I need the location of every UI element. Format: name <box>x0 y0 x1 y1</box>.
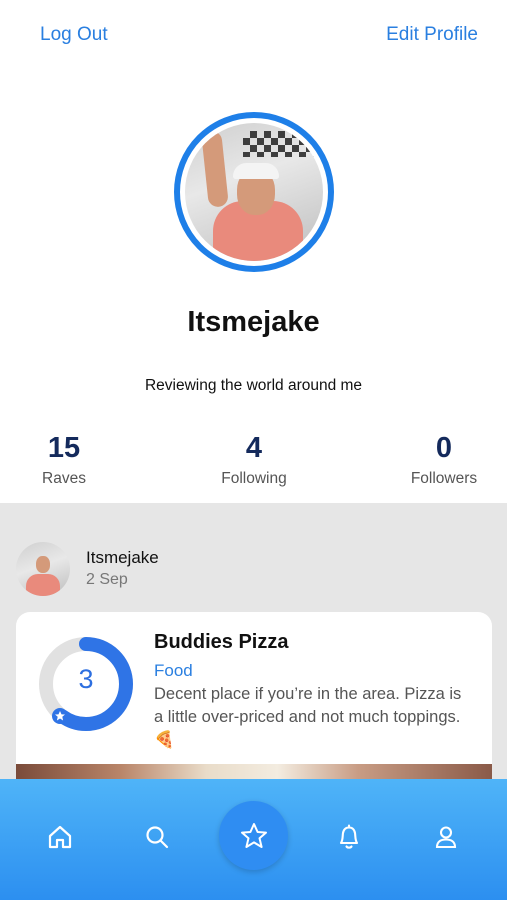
profile-bio: Reviewing the world around me <box>144 377 363 394</box>
stat-following[interactable]: 4 Following <box>194 432 314 488</box>
post-avatar[interactable] <box>16 542 70 596</box>
stat-raves-count: 15 <box>47 432 81 464</box>
logout-button[interactable]: Log Out <box>40 24 108 46</box>
profile-photo <box>185 123 323 261</box>
review-category[interactable]: Food <box>154 661 193 681</box>
review-title[interactable]: Buddies Pizza <box>154 631 288 654</box>
stat-following-count: 4 <box>245 432 263 464</box>
star-badge-icon <box>52 708 68 724</box>
home-icon[interactable] <box>43 820 77 854</box>
star-icon[interactable] <box>219 801 288 870</box>
profile-icon[interactable] <box>429 820 463 854</box>
bell-icon[interactable] <box>332 820 366 854</box>
post-date: 2 Sep <box>86 571 128 588</box>
edit-profile-button[interactable]: Edit Profile <box>386 24 478 46</box>
stat-raves-label: Raves <box>42 470 86 487</box>
stat-followers-count: 0 <box>435 432 453 464</box>
stat-followers[interactable]: 0 Followers <box>384 432 504 488</box>
stat-raves[interactable]: 15 Raves <box>4 432 124 488</box>
post-username[interactable]: Itsmejake <box>86 548 159 568</box>
top-bar: Log Out Edit Profile <box>0 0 507 70</box>
rating-value: 3 <box>78 664 94 694</box>
search-icon[interactable] <box>140 820 174 854</box>
profile-avatar[interactable] <box>174 112 334 272</box>
review-text: Decent place if you’re in the area. Pizz… <box>154 685 462 749</box>
stat-followers-label: Followers <box>410 470 478 487</box>
profile-username: Itsmejake <box>187 306 320 338</box>
stat-following-label: Following <box>221 470 287 487</box>
